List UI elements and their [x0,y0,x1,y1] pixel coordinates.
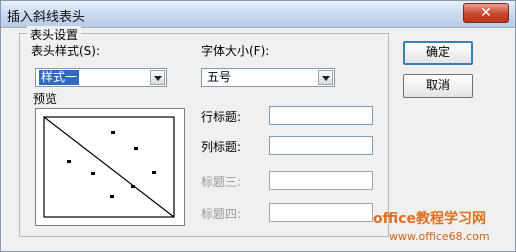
row-title-label: 行标题: [201,110,242,124]
close-icon: ✕ [480,5,492,21]
font-size-label: 字体大小(F): [201,44,270,58]
preview-diagonal [43,116,175,218]
preview-mark [110,195,114,198]
cancel-button[interactable]: 取消 [403,74,473,98]
chevron-down-icon[interactable] [150,70,165,85]
group-legend: 表头设置 [27,26,82,43]
dialog-window: 插入斜线表头 ✕ 表头设置 表头样式(S): 样式一 字体大小(F): 五号 预… [0,0,516,252]
title3-input [269,171,373,190]
preview-box [35,108,185,226]
col-title-label: 列标题: [201,140,242,154]
col-title-input[interactable] [269,136,373,155]
preview-mark [152,171,156,174]
preview-graphic [43,116,175,218]
preview-mark [67,160,71,163]
window-title: 插入斜线表头 [7,10,86,25]
title-bar[interactable]: 插入斜线表头 ✕ [1,1,515,28]
chevron-down-icon[interactable] [318,70,333,85]
preview-mark [131,185,135,188]
watermark-url: www.office68.com [389,230,490,243]
watermark-title: office教程学习网 [373,211,487,227]
font-size-select[interactable]: 五号 [201,68,335,87]
style-select[interactable]: 样式一 [35,68,167,87]
row-title-input[interactable] [269,106,373,125]
preview-label: 预览 [33,92,58,106]
close-button[interactable]: ✕ [463,3,509,23]
preview-mark [134,147,138,150]
title3-label: 标题三: [201,175,242,189]
style-select-value: 样式一 [39,70,80,85]
ok-button[interactable]: 确定 [403,41,473,65]
preview-mark [111,131,115,134]
style-label: 表头样式(S): [31,44,101,58]
font-size-select-value: 五号 [207,70,232,84]
title4-input [269,203,373,222]
title4-label: 标题四: [201,207,242,221]
preview-mark [91,172,95,175]
